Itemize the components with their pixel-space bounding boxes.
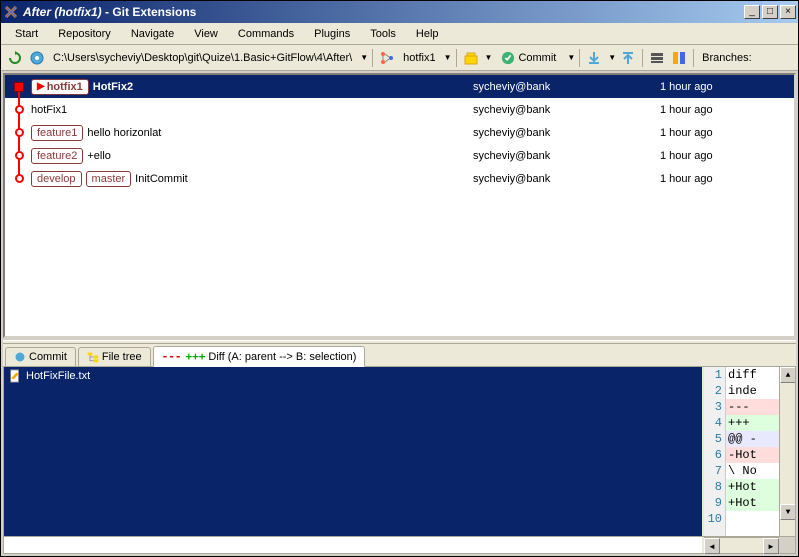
scroll-down-icon[interactable]: ▼ (780, 504, 795, 520)
ref-tag[interactable]: master (86, 171, 132, 187)
scroll-left-icon[interactable]: ◄ (704, 538, 720, 554)
tab-filetree[interactable]: File tree (78, 347, 151, 366)
menu-repository[interactable]: Repository (48, 25, 121, 43)
tab-diff[interactable]: ---+++ Diff (A: parent --> B: selection) (153, 346, 366, 367)
commit-button[interactable]: Commit (494, 48, 563, 68)
toolbar: C:\Users\sycheviy\Desktop\git\Quize\1.Ba… (1, 45, 798, 71)
menu-view[interactable]: View (184, 25, 228, 43)
browse-button[interactable] (27, 48, 47, 68)
commit-author-cell: sycheviy@bank (473, 104, 660, 116)
close-button[interactable]: × (780, 5, 796, 19)
commit-row[interactable]: feature2+ellosycheviy@bank1 hour ago (5, 144, 794, 167)
commit-date-cell: 1 hour ago (660, 150, 790, 162)
commit-message-cell: feature1hello horizonlat (29, 125, 473, 141)
window-title: After (hotfix1) - Git Extensions (23, 5, 744, 19)
commit-date-cell: 1 hour ago (660, 173, 790, 185)
menu-plugins[interactable]: Plugins (304, 25, 360, 43)
commit-row[interactable]: feature1hello horizonlatsycheviy@bank1 h… (5, 121, 794, 144)
titlebar: After (hotfix1) - Git Extensions _ □ × (1, 1, 798, 23)
app-icon (3, 4, 19, 20)
menu-start[interactable]: Start (5, 25, 48, 43)
commit-author-cell: sycheviy@bank (473, 127, 660, 139)
branch-dropdown-icon[interactable]: ▼ (444, 53, 452, 62)
commit-row[interactable]: hotFix1sycheviy@bank1 hour ago (5, 98, 794, 121)
commit-author-cell: sycheviy@bank (473, 173, 660, 185)
window-controls: _ □ × (744, 5, 796, 19)
graph-node (9, 144, 29, 167)
commit-date-cell: 1 hour ago (660, 127, 790, 139)
pull-button[interactable] (584, 48, 604, 68)
scroll-right-icon[interactable]: ► (763, 538, 779, 554)
minimize-button[interactable]: _ (744, 5, 760, 19)
ref-tag[interactable]: ▶hotfix1 (31, 79, 89, 95)
diff-scrollbar-vertical[interactable]: ▲ ▼ (779, 367, 795, 536)
commit-date-cell: 1 hour ago (660, 104, 790, 116)
ref-tag[interactable]: feature2 (31, 148, 83, 164)
layout-button-2[interactable] (669, 48, 689, 68)
graph-node (9, 75, 29, 98)
commit-list[interactable]: ▶hotfix1HotFix2sycheviy@bank1 hour agoho… (3, 73, 796, 338)
branch-icon[interactable] (377, 48, 397, 68)
file-list-panel[interactable]: HotFixFile.txt (4, 367, 704, 536)
refresh-button[interactable] (5, 48, 25, 68)
diff-scrollbar-horizontal[interactable]: ◄ ► (704, 537, 779, 553)
repo-path[interactable]: C:\Users\sycheviy\Desktop\git\Quize\1.Ba… (49, 52, 356, 64)
tab-commit[interactable]: Commit (5, 347, 76, 366)
maximize-button[interactable]: □ (762, 5, 778, 19)
detail-tabs: Commit File tree ---+++ Diff (A: parent … (3, 344, 796, 366)
ref-tag[interactable]: feature1 (31, 125, 83, 141)
menu-commands[interactable]: Commands (228, 25, 304, 43)
branches-label: Branches: (698, 52, 756, 64)
stash-dropdown-icon[interactable]: ▼ (485, 53, 493, 62)
menu-tools[interactable]: Tools (360, 25, 406, 43)
path-dropdown-icon[interactable]: ▼ (360, 53, 368, 62)
commit-author-cell: sycheviy@bank (473, 150, 660, 162)
ref-tag[interactable]: develop (31, 171, 82, 187)
file-item[interactable]: HotFixFile.txt (4, 367, 702, 385)
push-button[interactable] (618, 48, 638, 68)
scroll-up-icon[interactable]: ▲ (780, 367, 795, 383)
layout-button-1[interactable] (647, 48, 667, 68)
diff-gutter: 12345678910 (704, 367, 726, 536)
diff-text[interactable]: diffinde--- +++ @@ --Hot\ No+Hot+Hot (726, 367, 779, 536)
diff-panel: 12345678910 diffinde--- +++ @@ --Hot\ No… (704, 367, 795, 536)
graph-node (9, 167, 29, 190)
current-branch[interactable]: hotfix1 (399, 52, 439, 64)
commit-message-cell: developmasterInitCommit (29, 171, 473, 187)
commit-row[interactable]: ▶hotfix1HotFix2sycheviy@bank1 hour ago (5, 75, 794, 98)
commit-dropdown-icon[interactable]: ▼ (567, 53, 575, 62)
menubar: Start Repository Navigate View Commands … (1, 23, 798, 45)
graph-node (9, 121, 29, 144)
commit-date-cell: 1 hour ago (660, 81, 790, 93)
commit-author-cell: sycheviy@bank (473, 81, 660, 93)
stash-button[interactable] (461, 48, 481, 68)
commit-message-cell: feature2+ello (29, 148, 473, 164)
commit-message-cell: hotFix1 (29, 104, 473, 116)
graph-node (9, 98, 29, 121)
commit-row[interactable]: developmasterInitCommitsycheviy@bank1 ho… (5, 167, 794, 190)
pull-dropdown-icon[interactable]: ▼ (608, 53, 616, 62)
commit-message-cell: ▶hotfix1HotFix2 (29, 79, 473, 95)
menu-navigate[interactable]: Navigate (121, 25, 184, 43)
menu-help[interactable]: Help (406, 25, 449, 43)
